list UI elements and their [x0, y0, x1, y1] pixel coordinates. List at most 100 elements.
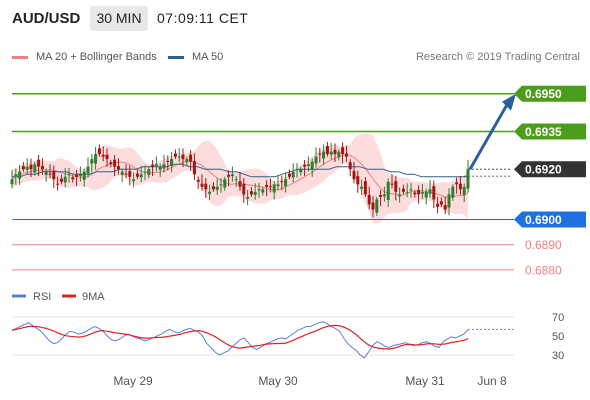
price-label-box	[514, 211, 586, 228]
price-label-text: 0.6935	[525, 125, 562, 139]
candle-body	[458, 183, 462, 190]
candle-body	[363, 181, 367, 195]
candle-body	[59, 178, 63, 182]
candle-body	[151, 164, 155, 167]
candle-body	[113, 159, 117, 167]
candle-body	[67, 174, 71, 176]
candle-body	[14, 174, 18, 177]
price-label-0.6900: 0.6900	[514, 211, 586, 228]
candle-body	[276, 184, 280, 187]
candle-body	[329, 151, 333, 155]
timeframe-button[interactable]: 30 MIN	[90, 6, 148, 31]
rsi-line	[11, 321, 469, 359]
rsi-legend-label: RSI	[33, 291, 51, 303]
candle-body	[401, 188, 405, 192]
candle-body	[44, 171, 48, 175]
candle-body	[211, 186, 215, 190]
candle-body	[265, 184, 269, 187]
price-label-0.6950: 0.6950	[514, 85, 586, 102]
candle-body	[116, 166, 120, 170]
candle-body	[219, 184, 223, 186]
candle-body	[33, 164, 37, 173]
candle-body	[436, 203, 440, 207]
candle-body	[272, 184, 276, 193]
candle-body	[284, 179, 288, 187]
legend-ma20: MA 20 + Bollinger Bands	[12, 51, 157, 63]
x-tick-label: May 31	[405, 374, 445, 388]
candle-body	[223, 179, 227, 188]
forecast-arrow-layer	[468, 93, 516, 170]
candle-body	[322, 151, 326, 159]
rsi-tick-label: 30	[552, 350, 564, 362]
candle-body	[325, 145, 329, 155]
candle-body	[109, 162, 113, 165]
candle-body	[63, 176, 67, 183]
candle-body	[166, 161, 170, 163]
ma50-label: MA 50	[192, 51, 224, 63]
candle-body	[124, 173, 128, 175]
candle-body	[432, 186, 436, 200]
candle-body	[10, 179, 14, 185]
rsi-ma9-line	[11, 324, 469, 350]
candle-body	[314, 156, 318, 164]
candle-body	[71, 177, 75, 180]
candle-body	[48, 173, 52, 175]
candle-body	[356, 176, 360, 185]
candle-body	[246, 196, 250, 199]
price-label-box	[514, 123, 586, 140]
candle-body	[154, 164, 158, 167]
candle-body	[227, 174, 231, 177]
candle-body	[215, 186, 219, 190]
x-tick-label: Jun 8	[477, 374, 507, 388]
candle-body	[82, 171, 86, 180]
candle-body	[135, 173, 139, 177]
candle-body	[371, 202, 375, 210]
legend-ma50: MA 50	[168, 51, 223, 63]
candle-body	[379, 195, 383, 197]
candle-body	[230, 174, 234, 177]
ma20-swatch	[12, 55, 28, 59]
timestamp: 07:09:11 CET	[157, 10, 249, 26]
candle-body	[21, 166, 25, 170]
candle-body	[348, 162, 352, 170]
time-axis: May 29 May 30 May 31 Jun 8	[113, 374, 507, 388]
ma50-line	[12, 163, 468, 178]
forecast-arrow-head	[502, 93, 516, 111]
candle-body	[132, 179, 136, 182]
candle-body	[341, 147, 345, 155]
candle-body	[128, 171, 132, 177]
candlestick-layer	[10, 141, 470, 218]
price-label-0.6935: 0.6935	[514, 123, 586, 140]
candle-body	[40, 166, 44, 170]
candle-body	[101, 154, 105, 157]
candle-body	[196, 179, 200, 182]
candle-body	[257, 189, 261, 191]
price-label-0.6920: 0.6920	[514, 161, 586, 178]
candle-body	[303, 164, 307, 167]
candle-body	[375, 199, 379, 213]
candle-body	[29, 164, 33, 170]
candle-body	[37, 159, 41, 167]
candle-body	[94, 154, 98, 164]
candle-body	[238, 181, 242, 187]
candle-body	[268, 186, 272, 188]
price-label-text: 0.6900	[525, 213, 562, 227]
candle-body	[360, 186, 364, 189]
price-level-lines	[12, 92, 514, 271]
rsi-tick-label: 50	[552, 331, 564, 343]
price-label-text: 0.6890	[525, 238, 562, 252]
candle-body	[447, 194, 451, 208]
candle-body	[398, 194, 402, 197]
candle-body	[287, 173, 291, 177]
candle-body	[249, 191, 253, 195]
x-tick-label: May 30	[258, 374, 298, 388]
price-level-labels: 0.6950 0.6935 0.6920 0.6900 0.6890 0.6880	[514, 85, 586, 277]
ma9-legend-label: 9MA	[82, 291, 105, 303]
candle-body	[170, 159, 174, 167]
moving-average-layer	[11, 154, 469, 199]
rsi-tick-label: 70	[552, 312, 564, 324]
price-label-0.6880: 0.6880	[525, 263, 562, 277]
candle-body	[200, 183, 204, 187]
candle-body	[189, 154, 193, 162]
candle-body	[318, 153, 322, 155]
